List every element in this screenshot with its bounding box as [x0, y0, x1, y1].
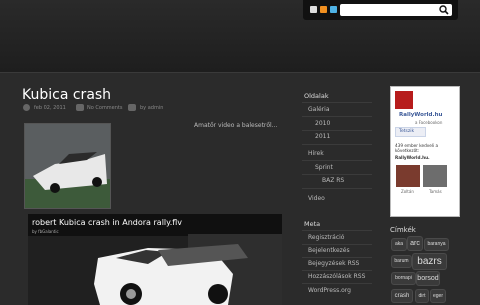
sidebar-item-2011[interactable]: 2011 [315, 133, 330, 140]
tag-link[interactable]: bornapi [391, 272, 416, 285]
sidebar-item-baz-rs[interactable]: BAZ RS [322, 177, 344, 184]
sidebar-item-galeria[interactable]: Galéria [308, 106, 330, 113]
fb-followers-name: RallyWorld.hu. [395, 155, 430, 160]
divider [302, 244, 372, 245]
tag-link[interactable]: arc [407, 236, 423, 251]
video-uploader: by fbGalantic [32, 229, 59, 234]
video-title[interactable]: robert Kubica crash in Andora rally.flv [32, 218, 182, 227]
meta-heading: Meta [304, 220, 321, 228]
tag-link[interactable]: dirt [415, 289, 429, 303]
rss-icon[interactable] [320, 6, 327, 13]
facebook-like-box: RallyWorld.hu a Facebookon Tetszik 439 e… [390, 86, 460, 217]
sidebar-item-2010[interactable]: 2010 [315, 120, 330, 127]
tag-link[interactable]: bazrs [412, 253, 447, 270]
friend-name: Tamás [429, 189, 442, 194]
divider [302, 174, 372, 175]
divider [302, 116, 372, 117]
post-thumbnail[interactable] [24, 123, 111, 209]
divider [302, 230, 372, 231]
fb-followers-text: 439 ember kedveli a következőt: [395, 143, 439, 153]
fb-like-button[interactable]: Tetszik [395, 127, 426, 137]
comment-icon [76, 104, 84, 111]
divider [302, 257, 372, 258]
post-author[interactable]: by admin [140, 105, 163, 111]
tag-link[interactable]: borsod [416, 271, 440, 286]
meta-register-link[interactable]: Regisztráció [308, 234, 344, 241]
fb-page-name[interactable]: RallyWorld.hu [399, 112, 442, 118]
search-input[interactable] [340, 4, 452, 16]
meta-entries-rss-link[interactable]: Bejegyzések RSS [308, 260, 359, 267]
tag-link[interactable]: baranya [424, 238, 449, 251]
friend-avatar[interactable] [423, 165, 447, 187]
friend-name: Zoltán [401, 189, 414, 194]
divider [302, 188, 372, 189]
meta-login-link[interactable]: Bejelentkezés [308, 247, 350, 254]
sidebar-item-sprint[interactable]: Sprint [315, 164, 333, 171]
divider [302, 283, 372, 284]
post-caption: Amatőr video a balesetről... [194, 122, 278, 129]
meta-comments-rss-link[interactable]: Hozzászólások RSS [308, 273, 365, 280]
tags-heading: Címkék [390, 226, 416, 234]
post-title[interactable]: Kubica crash [22, 87, 111, 103]
video-player[interactable]: robert Kubica crash in Andora rally.flv … [28, 214, 282, 305]
sidebar-item-video[interactable]: Video [308, 195, 325, 202]
twitter-icon[interactable] [330, 6, 337, 13]
tag-link[interactable]: aka [391, 238, 407, 251]
friend-avatar[interactable] [396, 165, 420, 187]
tag-link[interactable]: barum [391, 255, 412, 268]
email-icon[interactable] [310, 6, 317, 13]
tag-link[interactable]: crash [391, 289, 413, 303]
tag-link[interactable]: eger [430, 289, 446, 303]
divider [302, 102, 372, 103]
page-logo[interactable] [395, 91, 413, 109]
search-icon[interactable] [439, 5, 449, 15]
divider [302, 130, 372, 131]
post-date: feb 02, 2011 [34, 105, 66, 111]
post-comments[interactable]: No Comments [87, 105, 123, 111]
divider [302, 160, 372, 161]
user-icon [128, 104, 136, 111]
sidebar-item-hirek[interactable]: Hírek [308, 150, 324, 157]
divider [302, 144, 372, 145]
divider [302, 270, 372, 271]
fb-page-suffix: a Facebookon [415, 120, 443, 125]
pages-heading: Oldalak [304, 92, 329, 100]
clock-icon [23, 104, 30, 111]
meta-wordpress-link[interactable]: WordPress.org [308, 287, 351, 294]
